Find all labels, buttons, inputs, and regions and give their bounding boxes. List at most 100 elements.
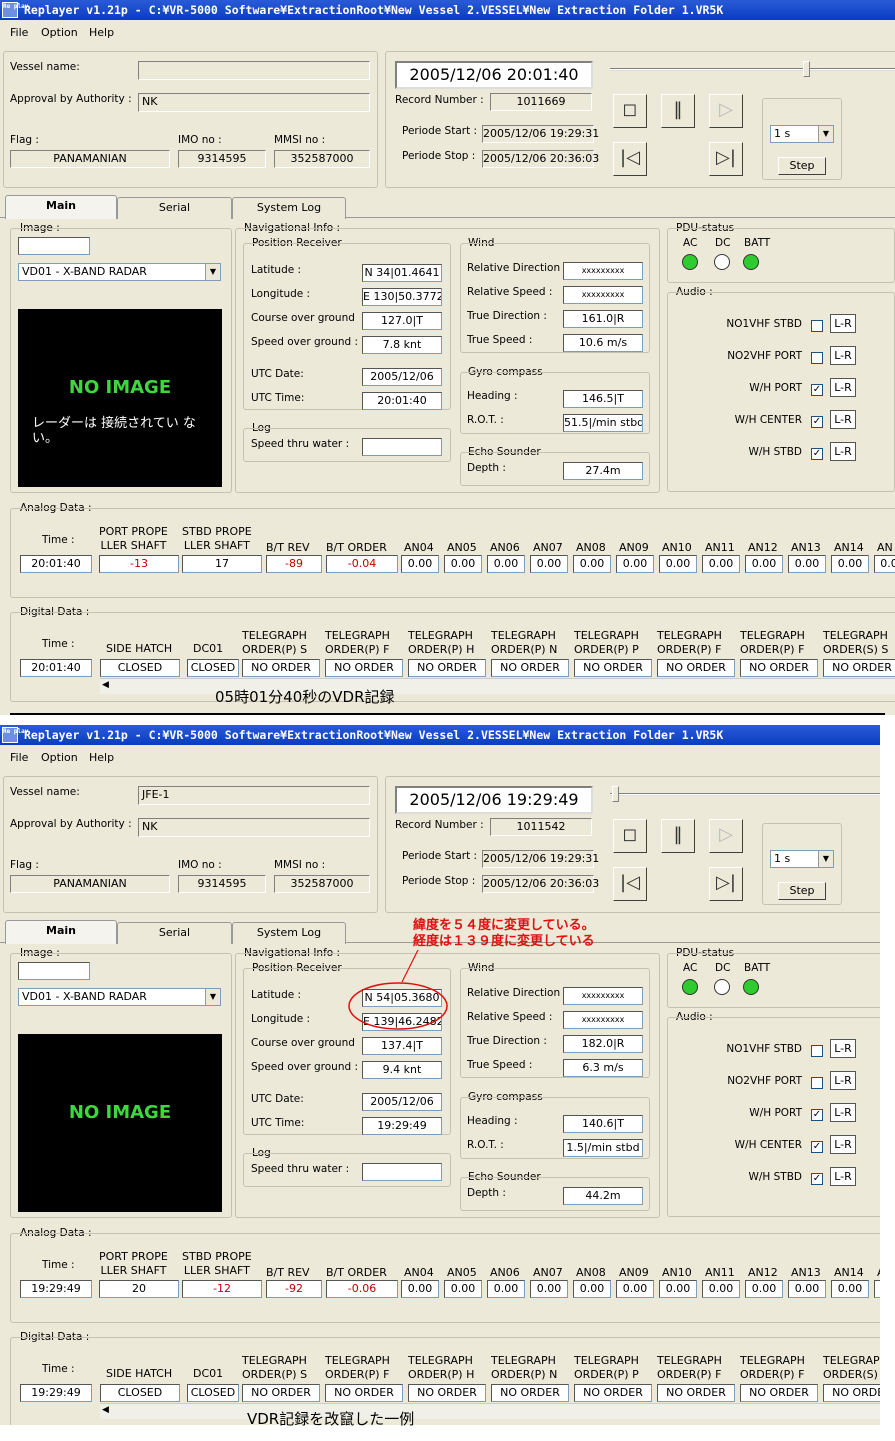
timeline-thumb[interactable] [803,61,810,77]
analog-value-field: 0.00 [659,1280,697,1298]
annotation-line1: 緯度を５４度に変更している。 [413,918,595,933]
rewind-button[interactable]: |◁ [613,142,647,176]
pause-button[interactable]: ‖ [661,819,695,853]
step-select[interactable]: 1 s ▼ [770,125,834,143]
menu-item-2[interactable]: Help [89,751,114,764]
flag-label: Flag : [10,134,39,146]
tab-main[interactable]: Main [5,920,117,944]
rewind-button[interactable]: |◁ [613,867,647,901]
audio-lr-button[interactable]: L-R [830,346,856,365]
digital-time-field: 19:29:49 [20,1384,92,1402]
tab-system-log[interactable]: System Log [232,197,346,219]
menu-item-2[interactable]: Help [89,26,114,39]
audio-lr-button[interactable]: L-R [830,1135,856,1154]
analog-header: AN09 [619,541,649,554]
digital-header-line1: TELEGRAPH [325,1354,390,1367]
audio-lr-button[interactable]: L-R [830,1103,856,1122]
digital-header-line2: ORDER(P) F [657,1368,722,1381]
step-button[interactable]: Step [778,882,826,900]
digital-header-line1: TELEGRAPH [408,629,473,642]
depth-field: 27.4m [563,462,643,480]
stop-button[interactable]: ◻ [613,819,647,853]
audio-lr-button[interactable]: L-R [830,410,856,429]
menu-item-0[interactable]: File [10,26,28,39]
tab-serial[interactable]: Serial [117,197,232,219]
analog-value-field: -0.06 [326,1280,398,1298]
digital-header-line1: TELEGRAPH [740,1354,805,1367]
tab-serial[interactable]: Serial [117,922,232,944]
audio-channel-label: NO1VHF STBD [726,1043,802,1055]
menu-item-0[interactable]: File [10,751,28,764]
audio-lr-button[interactable]: L-R [830,1071,856,1090]
analog-header: AN11 [705,541,735,554]
analog-value-field: -89 [266,555,322,573]
timeline-slider[interactable] [610,68,895,71]
title-bar: Re play Replayer v1.21p - C:¥VR-5000 Soft… [0,725,880,745]
pdu-batt-indicator [743,254,759,270]
digital-header-line1: TELEGRAPH [657,629,722,642]
analog-header-line2: LLER SHAFT [183,1264,250,1277]
menu-item-1[interactable]: Option [41,751,78,764]
horizontal-scrollbar[interactable]: ◀ [100,1403,880,1419]
audio-channel-checkbox[interactable]: ✓ [811,1173,823,1185]
digital-value-field: NO ORDER [491,1384,569,1402]
analog-header: AN13 [791,541,821,554]
scroll-left-icon[interactable]: ◀ [102,1405,109,1415]
audio-lr-button[interactable]: L-R [830,1167,856,1186]
audio-channel-checkbox[interactable] [811,1045,823,1057]
audio-channel-checkbox[interactable] [811,320,823,332]
audio-channel-label: W/H STBD [748,1171,802,1183]
tab-main[interactable]: Main [5,195,117,219]
annotation-callout [348,949,448,1030]
radar-status-message [18,1123,222,1141]
audio-channel-checkbox[interactable]: ✓ [811,1141,823,1153]
image-source-value: VD01 - X-BAND RADAR [22,990,147,1003]
pdu-ac-label: AC [683,237,698,249]
forward-button[interactable]: ▷| [709,142,743,176]
pause-button[interactable]: ‖ [661,94,695,128]
digital-header: TELEGRAPH ORDER(P) F [325,1354,390,1382]
audio-channel-checkbox[interactable]: ✓ [811,1109,823,1121]
play-button[interactable]: ▷ [709,819,743,853]
image-source-select[interactable]: VD01 - X-BAND RADAR ▼ [18,263,221,281]
record-number-field: 1011669 [490,93,592,111]
audio-lr-button[interactable]: L-R [830,1039,856,1058]
scroll-left-icon[interactable]: ◀ [102,680,109,690]
latitude-field: N 34|01.4641 [362,264,442,282]
audio-channel-label: W/H PORT [749,1107,802,1119]
audio-lr-button[interactable]: L-R [830,314,856,333]
audio-channel-checkbox[interactable]: ✓ [811,448,823,460]
heading-label: Heading : [467,1115,518,1127]
digital-header-line2: ORDER(P) P [574,1368,639,1381]
chevron-down-icon: ▼ [818,126,833,142]
step-select[interactable]: 1 s ▼ [770,850,834,868]
forward-button[interactable]: ▷| [709,867,743,901]
audio-lr-button[interactable]: L-R [830,378,856,397]
audio-channel-checkbox[interactable] [811,1077,823,1089]
digital-header-line2: ORDER(P) F [325,1368,390,1381]
analog-value-field: 0.00 [444,1280,482,1298]
digital-header-line1: TELEGRAPH [574,629,639,642]
analog-value-field: -0.04 [326,555,398,573]
imo-label: IMO no : [178,134,222,146]
audio-channel-checkbox[interactable]: ✓ [811,384,823,396]
timeline-slider[interactable] [610,793,880,796]
step-button[interactable]: Step [778,157,826,175]
menu-item-1[interactable]: Option [41,26,78,39]
analog-header: STBD PROPE LLER SHAFT [182,525,252,553]
image-source-select[interactable]: VD01 - X-BAND RADAR ▼ [18,988,221,1006]
audio-lr-button[interactable]: L-R [830,442,856,461]
analog-value-field: 0.00 [487,555,525,573]
tab-system-log[interactable]: System Log [232,922,346,944]
step-select-value: 1 s [774,852,791,865]
true-speed-field: 6.3 m/s [563,1059,643,1077]
digital-header-line1: TELEGRAPH [823,1354,880,1367]
mmsi-label: MMSI no : [274,859,326,871]
vessel-name-field [138,61,370,80]
audio-channel-checkbox[interactable] [811,352,823,364]
play-button[interactable]: ▷ [709,94,743,128]
audio-channel-checkbox[interactable]: ✓ [811,416,823,428]
stop-button[interactable]: ◻ [613,94,647,128]
timeline-thumb[interactable] [612,786,619,802]
analog-header: AN07 [533,1266,563,1279]
